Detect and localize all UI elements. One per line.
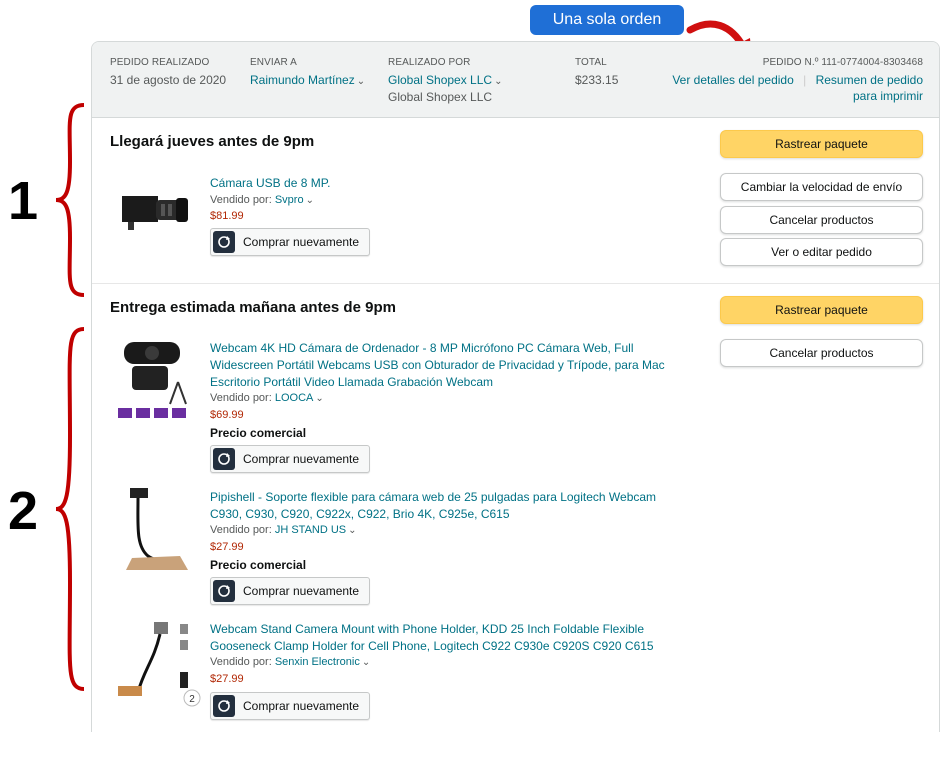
cancel-items-button[interactable]: Cancelar productos xyxy=(720,206,923,234)
view-edit-order-button[interactable]: Ver o editar pedido xyxy=(720,238,923,266)
order-number: PEDIDO N.º 111-0774004-8303468 xyxy=(762,57,923,68)
buy-again-icon xyxy=(213,695,235,717)
shipment-number-1: 1 xyxy=(8,171,39,231)
product-title[interactable]: Webcam Stand Camera Mount with Phone Hol… xyxy=(210,621,680,655)
shipment-1-title: Llegará jueves antes de 9pm xyxy=(110,133,315,150)
track-package-button[interactable]: Rastrear paquete xyxy=(720,296,923,324)
business-price-label: Precio comercial xyxy=(210,426,307,440)
divider: | xyxy=(803,73,807,87)
buy-again-icon xyxy=(213,448,235,470)
buy-again-button[interactable]: Comprar nuevamente xyxy=(210,577,370,605)
brace-2-icon xyxy=(55,327,85,691)
order-total-value: $233.15 xyxy=(575,73,619,87)
chevron-down-icon[interactable]: ⌄ xyxy=(315,393,323,404)
business-price-label: Precio comercial xyxy=(210,558,307,572)
order-placed-value: 31 de agosto de 2020 xyxy=(110,73,227,87)
shipment-2-title: Entrega estimada mañana antes de 9pm xyxy=(110,299,396,316)
buy-again-label: Comprar nuevamente xyxy=(243,584,360,598)
placed-by-secondary: Global Shopex LLC xyxy=(388,90,493,104)
product-title[interactable]: Pipishell - Soporte flexible para cámara… xyxy=(210,489,680,523)
track-package-button[interactable]: Rastrear paquete xyxy=(720,130,923,158)
order-total-label: TOTAL xyxy=(575,57,607,68)
buy-again-button[interactable]: Comprar nuevamente xyxy=(210,228,370,256)
buy-again-button[interactable]: Comprar nuevamente xyxy=(210,445,370,473)
placed-by: REALIZADO POR Global Shopex LLC ⌄ Global … xyxy=(388,57,502,104)
buy-again-button[interactable]: Comprar nuevamente xyxy=(210,692,370,720)
callout-label: Una sola orden xyxy=(530,5,684,35)
chevron-down-icon[interactable]: ⌄ xyxy=(306,195,314,206)
ship-to-link[interactable]: Raimundo Martínez xyxy=(250,73,355,87)
price: $27.99 xyxy=(210,673,244,685)
chevron-down-icon[interactable]: ⌄ xyxy=(348,525,356,536)
print-summary-link[interactable]: Resumen de pedido xyxy=(816,73,923,87)
order-details-link[interactable]: Ver detalles del pedido xyxy=(672,73,793,87)
seller-link[interactable]: LOOCA xyxy=(275,392,314,404)
ship-to-label: ENVIAR A xyxy=(250,57,297,68)
placed-by-link[interactable]: Global Shopex LLC xyxy=(388,73,492,87)
product-title[interactable]: Cámara USB de 8 MP. xyxy=(210,175,331,192)
price: $69.99 xyxy=(210,409,244,421)
buy-again-label: Comprar nuevamente xyxy=(243,699,360,713)
price: $27.99 xyxy=(210,541,244,553)
order-number-block: PEDIDO N.º 111-0774004-8303468 Ver detal… xyxy=(672,57,923,103)
flexible-stand-image[interactable] xyxy=(122,486,192,572)
brace-1-icon xyxy=(55,103,85,297)
buy-again-icon xyxy=(213,231,235,253)
section-divider xyxy=(92,283,939,284)
cancel-items-button[interactable]: Cancelar productos xyxy=(720,339,923,367)
seller-link[interactable]: Svpro xyxy=(275,194,304,206)
product-title[interactable]: Webcam 4K HD Cámara de Ordenador - 8 MP … xyxy=(210,340,670,391)
usb-camera-image[interactable] xyxy=(116,182,198,244)
order-total: TOTAL $233.15 xyxy=(575,57,618,87)
chevron-down-icon[interactable]: ⌄ xyxy=(362,657,370,668)
buy-again-label: Comprar nuevamente xyxy=(243,452,360,466)
placed-by-label: REALIZADO POR xyxy=(388,57,471,68)
buy-again-label: Comprar nuevamente xyxy=(243,235,360,249)
chevron-down-icon[interactable]: ⌄ xyxy=(494,76,502,87)
change-shipping-speed-button[interactable]: Cambiar la velocidad de envío xyxy=(720,173,923,201)
order-card: PEDIDO REALIZADO 31 de agosto de 2020 EN… xyxy=(91,41,940,732)
order-placed-label: PEDIDO REALIZADO xyxy=(110,57,210,68)
seller-link[interactable]: Senxin Electronic xyxy=(275,656,360,668)
ship-to: ENVIAR A Raimundo Martínez ⌄ xyxy=(250,57,365,87)
shipment-number-2: 2 xyxy=(8,481,39,541)
image-count-badge: 2 xyxy=(189,694,195,705)
buy-again-icon xyxy=(213,580,235,602)
sold-by: Vendido por: JH STAND US ⌄ xyxy=(210,524,357,536)
print-summary-link-line2[interactable]: para imprimir xyxy=(853,89,923,103)
order-header: PEDIDO REALIZADO 31 de agosto de 2020 EN… xyxy=(92,42,939,118)
order-placed: PEDIDO REALIZADO 31 de agosto de 2020 xyxy=(110,57,226,87)
webcam-4k-image[interactable] xyxy=(114,338,198,422)
sold-by: Vendido por: Svpro ⌄ xyxy=(210,194,314,206)
sold-by: Vendido por: LOOCA ⌄ xyxy=(210,392,324,404)
sold-by: Vendido por: Senxin Electronic ⌄ xyxy=(210,656,371,668)
chevron-down-icon[interactable]: ⌄ xyxy=(357,76,365,87)
price: $81.99 xyxy=(210,210,244,222)
seller-link[interactable]: JH STAND US xyxy=(275,524,346,536)
camera-mount-image[interactable]: 2 xyxy=(114,620,204,712)
